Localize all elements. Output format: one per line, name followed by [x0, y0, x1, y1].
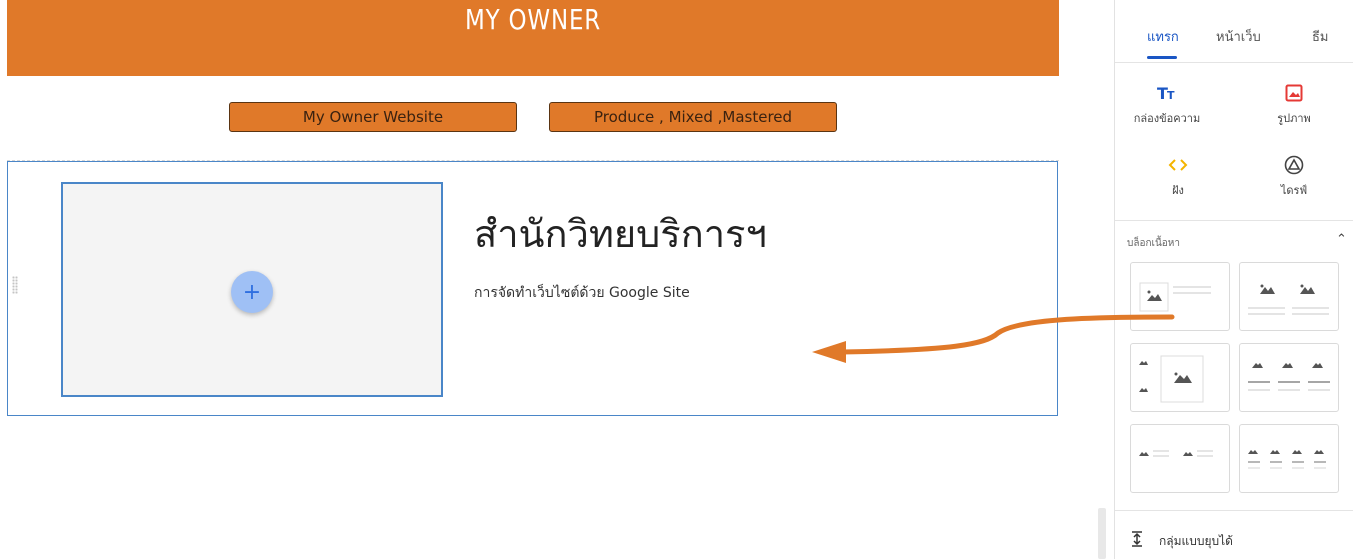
- embed-icon: [1138, 154, 1218, 176]
- scrollbar[interactable]: [1098, 508, 1106, 559]
- image-icon: [1254, 82, 1334, 104]
- layout-block-three-images[interactable]: [1239, 343, 1339, 412]
- image-placeholder[interactable]: +: [61, 182, 443, 397]
- tab-insert[interactable]: แทรก: [1147, 26, 1179, 47]
- layout-block-image-text[interactable]: [1130, 262, 1230, 331]
- embed-tool[interactable]: ฝัง: [1138, 154, 1218, 199]
- drive-tool[interactable]: ไดรฟ์: [1254, 154, 1334, 199]
- panel-tabs: แทรก หน้าเว็บ ธีม: [1115, 0, 1353, 63]
- add-image-button[interactable]: +: [231, 271, 273, 313]
- content-section-selected[interactable]: + สำนักวิทยบริการฯ การจัดทำเว็บไซต์ด้วย …: [7, 161, 1058, 416]
- text-box-tool[interactable]: T T กล่องข้อความ: [1127, 82, 1207, 127]
- section-subtext[interactable]: การจัดทำเว็บไซต์ด้วย Google Site: [474, 282, 690, 304]
- active-tab-indicator: [1147, 56, 1177, 59]
- drive-icon: [1254, 154, 1334, 176]
- layout-two-images-icon: [1248, 284, 1329, 315]
- site-header[interactable]: MY OWNER: [7, 0, 1059, 76]
- layout-block-two-images[interactable]: [1239, 262, 1339, 331]
- layout-three-images-icon: [1248, 363, 1330, 391]
- layout-four-images-icon: [1248, 450, 1326, 469]
- section-heading[interactable]: สำนักวิทยบริการฯ: [474, 203, 767, 264]
- panel-divider-bottom: [1115, 510, 1353, 511]
- collapsible-group-label: กลุ่มแบบยุบได้: [1159, 533, 1233, 548]
- site-title[interactable]: MY OWNER: [102, 3, 965, 36]
- nav-button-my-owner-website[interactable]: My Owner Website: [229, 102, 517, 132]
- drive-label: ไดรฟ์: [1280, 184, 1308, 197]
- site-canvas: MY OWNER My Owner Website Produce , Mixe…: [0, 0, 1068, 559]
- layout-image-text-icon: [1139, 282, 1211, 312]
- text-box-label: กล่องข้อความ: [1133, 112, 1201, 125]
- tab-themes[interactable]: ธีม: [1312, 26, 1329, 47]
- chevron-up-icon[interactable]: ⌃: [1336, 232, 1347, 247]
- content-blocks-title: บล็อกเนื้อหา: [1127, 238, 1181, 249]
- nav-button-produce-mixed-mastered[interactable]: Produce , Mixed ,Mastered: [549, 102, 837, 132]
- layout-two-image-text-icon: [1139, 450, 1213, 457]
- svg-text:T: T: [1167, 89, 1175, 102]
- image-tool[interactable]: รูปภาพ: [1254, 82, 1334, 127]
- text-box-icon: T T: [1127, 82, 1207, 104]
- insert-panel: แทรก หน้าเว็บ ธีม T T กล่องข้อความ รูปภา…: [1114, 0, 1353, 559]
- layout-collage-icon: [1139, 355, 1204, 403]
- collapsible-group-item[interactable]: กลุ่มแบบยุบได้: [1131, 531, 1233, 551]
- collapsible-group-icon: [1131, 531, 1143, 551]
- embed-label: ฝัง: [1172, 184, 1184, 197]
- panel-divider: [1115, 220, 1353, 221]
- layout-block-two-image-text[interactable]: [1130, 424, 1230, 493]
- drag-handle-icon[interactable]: [12, 276, 18, 294]
- layout-block-collage[interactable]: [1130, 343, 1230, 412]
- layout-block-four-images[interactable]: [1239, 424, 1339, 493]
- image-label: รูปภาพ: [1277, 112, 1311, 125]
- tab-pages[interactable]: หน้าเว็บ: [1216, 26, 1261, 47]
